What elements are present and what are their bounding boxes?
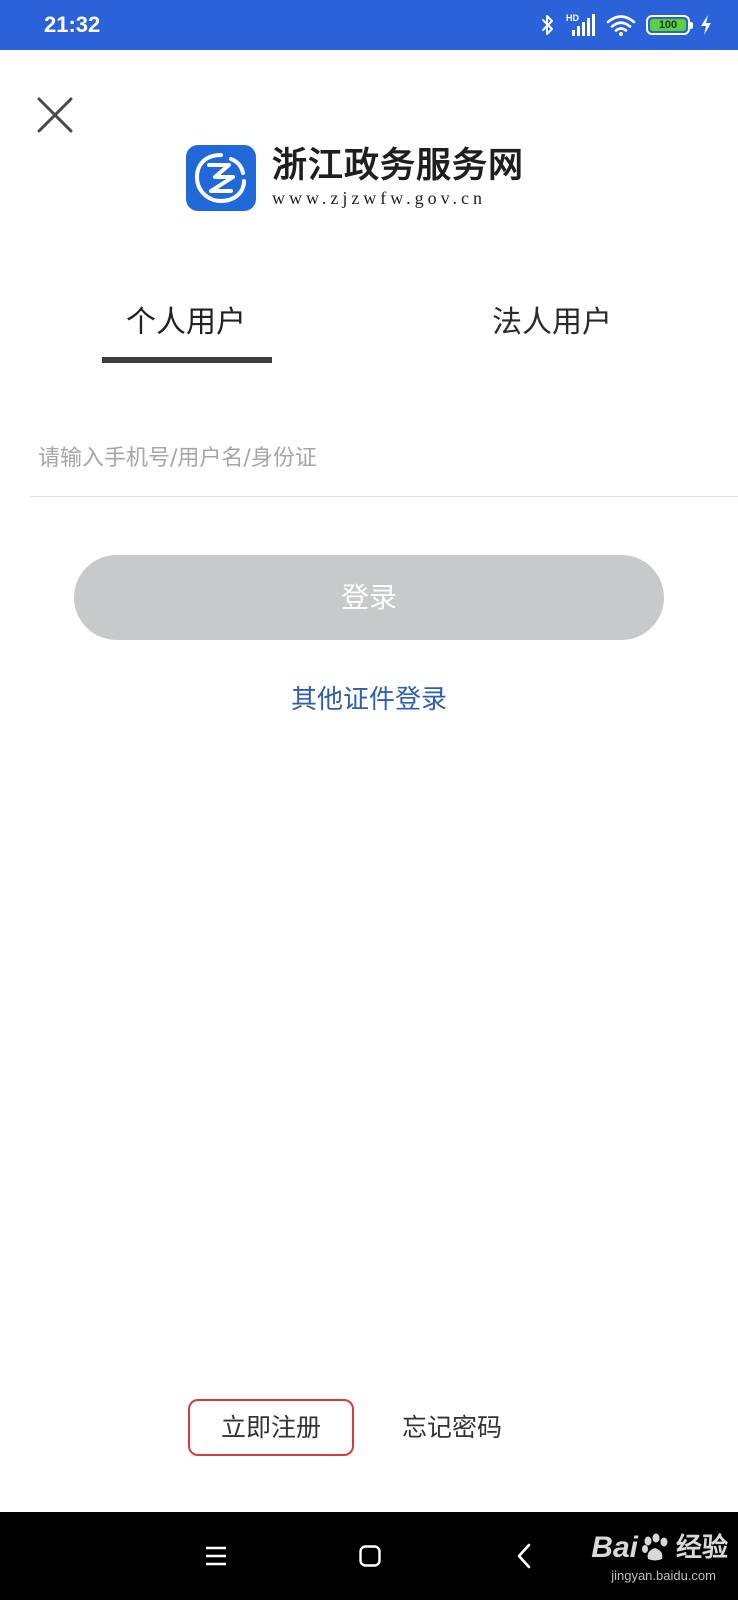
back-icon	[517, 1543, 531, 1569]
watermark-brand-suffix: 经验	[675, 1533, 728, 1563]
close-icon	[37, 97, 73, 133]
logo-text: 浙江政务服务网 www.zjzwfw.gov.cn	[272, 146, 524, 210]
watermark-url: jingyan.baidu.com	[611, 1568, 716, 1583]
zhejiang-emblem-icon	[194, 153, 246, 204]
status-bar: 21:32 HD 100	[0, 0, 738, 50]
other-credentials-login-link[interactable]: 其他证件登录	[0, 682, 738, 718]
wifi-icon	[606, 15, 636, 36]
logo-url: www.zjzwfw.gov.cn	[272, 188, 486, 208]
baidu-jingyan-watermark: Bai 经验 jingyan.baidu.com	[538, 1528, 728, 1588]
account-input[interactable]	[30, 432, 708, 484]
battery-level: 100	[650, 19, 686, 31]
zhejiang-logo-emblem	[186, 145, 256, 211]
status-icons: HD 100	[540, 10, 712, 40]
charging-icon	[701, 15, 711, 35]
bluetooth-icon	[542, 15, 553, 35]
site-logo: 浙江政务服务网 www.zjzwfw.gov.cn	[186, 144, 524, 212]
network-hd-label: HD	[566, 13, 579, 23]
battery-indicator: 100	[646, 15, 693, 35]
login-button[interactable]: 登录	[74, 555, 664, 640]
signal-icon: HD	[566, 13, 595, 36]
close-button[interactable]	[36, 96, 74, 134]
watermark-brand: Bai	[591, 1531, 638, 1564]
tab-legal-user[interactable]: 法人用户	[466, 300, 638, 346]
input-divider	[30, 496, 738, 497]
nav-menu-button[interactable]	[192, 1532, 240, 1580]
nav-home-button[interactable]	[346, 1532, 394, 1580]
home-icon	[359, 1545, 381, 1567]
active-tab-indicator	[102, 357, 272, 363]
register-button[interactable]: 立即注册	[188, 1399, 354, 1456]
tab-personal-user[interactable]: 个人用户	[100, 300, 272, 346]
baidu-paw-icon	[641, 1533, 668, 1561]
logo-title: 浙江政务服务网	[272, 145, 525, 186]
forgot-password-link[interactable]: 忘记密码	[402, 1399, 522, 1456]
status-time: 21:32	[44, 12, 101, 37]
menu-icon	[206, 1546, 226, 1566]
